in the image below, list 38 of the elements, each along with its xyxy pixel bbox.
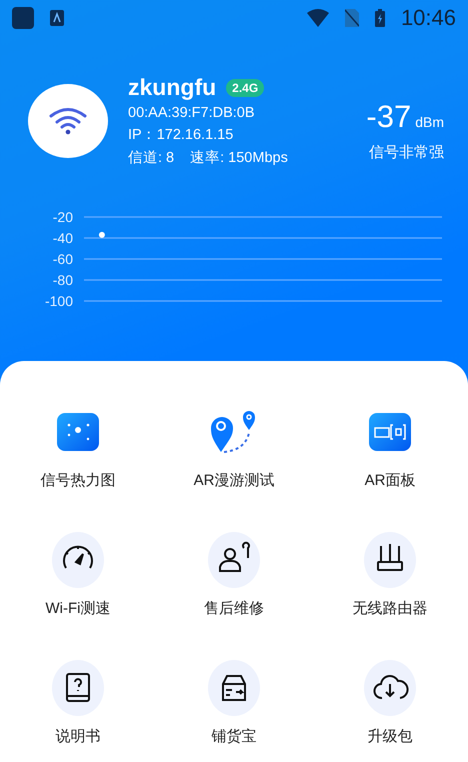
clock: 10:46 — [400, 5, 456, 31]
y-axis-label: -80 — [52, 272, 73, 288]
heatmap-icon — [57, 413, 99, 451]
tool-label[interactable]: 无线路由器 — [352, 599, 428, 618]
wifi-icon — [49, 106, 87, 134]
channel-label: 信道: 8 — [128, 149, 174, 167]
ip-address: IP：172.16.1.15 — [128, 126, 234, 144]
person-wrench-icon — [208, 532, 260, 588]
band-badge: 2.4G — [226, 78, 264, 96]
signal-unit: dBm — [415, 114, 444, 130]
router-icon — [364, 532, 416, 588]
wifi-signal-icon — [306, 9, 329, 27]
data-point — [98, 232, 105, 238]
y-axis-label: -20 — [52, 209, 73, 225]
network-name: zkungfu — [128, 74, 216, 101]
tool-label[interactable]: 信号热力图 — [40, 471, 116, 490]
tool-label[interactable]: AR漫游测试 — [194, 471, 274, 490]
no-sim-icon — [344, 9, 359, 27]
rate-label: 速率: 150Mbps — [190, 148, 288, 167]
battery-charging-icon — [374, 9, 385, 27]
cloud-download-icon — [364, 660, 416, 716]
notification-icon — [50, 10, 64, 26]
y-axis-label: -100 — [44, 293, 73, 309]
y-axis-label: -40 — [52, 230, 73, 246]
tool-label[interactable]: 售后维修 — [204, 599, 264, 618]
tool-label[interactable]: 铺货宝 — [212, 727, 256, 746]
speedometer-icon — [52, 532, 104, 588]
signal-value: -37 — [366, 99, 412, 135]
tool-label[interactable]: 升级包 — [368, 727, 412, 746]
tool-label[interactable]: AR面板 — [364, 471, 416, 490]
app-icon — [12, 7, 34, 29]
tool-label[interactable]: Wi-Fi测速 — [46, 599, 110, 618]
panel-scan-icon — [369, 413, 411, 451]
help-book-icon — [52, 660, 104, 716]
tool-label[interactable]: 说明书 — [56, 727, 100, 746]
signal-quality: 信号非常强 — [369, 143, 444, 162]
y-axis-label: -60 — [52, 251, 73, 267]
mac-address: 00:AA:39:F7:DB:0B — [128, 105, 256, 121]
